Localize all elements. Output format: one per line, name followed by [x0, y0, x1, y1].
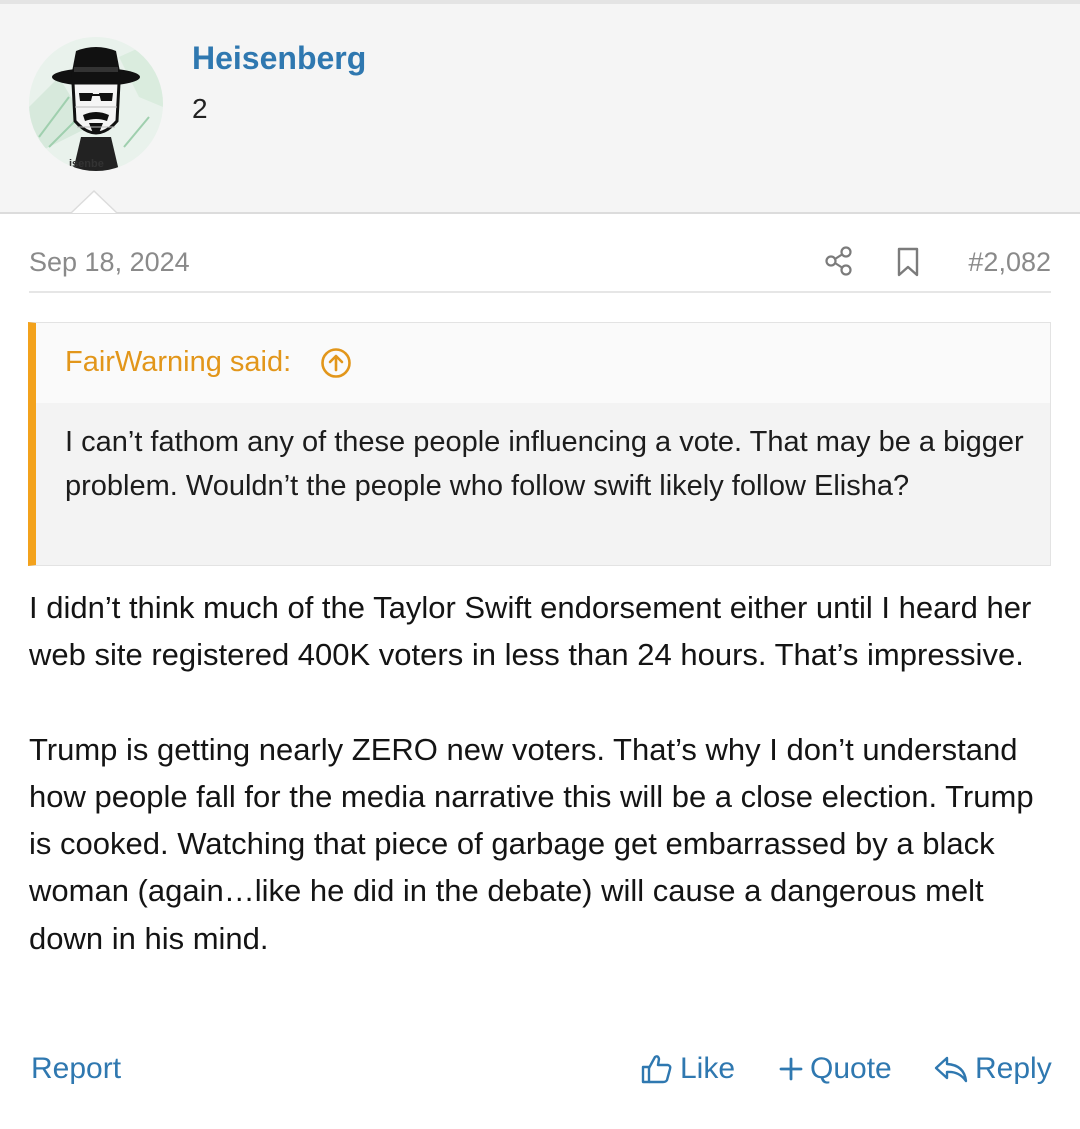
heisenberg-avatar-icon: isenbe [29, 37, 163, 171]
reply-label: Reply [975, 1052, 1052, 1085]
post-number-link[interactable]: #2,082 [968, 247, 1051, 278]
username-link[interactable]: Heisenberg [192, 40, 366, 77]
quote-button[interactable]: Quote [778, 1052, 892, 1086]
post-date[interactable]: Sep 18, 2024 [29, 247, 190, 278]
plus-icon [779, 1057, 803, 1081]
quote-author-link[interactable]: FairWarning said: [65, 346, 291, 379]
post-body: I didn’t think much of the Taylor Swift … [29, 584, 1059, 962]
quote-text: I can’t fathom any of these people influ… [36, 403, 1050, 565]
post-actions: Report Like Quote Reply [0, 1050, 1080, 1100]
quote-block: FairWarning said: I can’t fathom any of … [28, 322, 1051, 566]
post-meta-row: Sep 18, 2024 #2,082 [29, 245, 1051, 293]
thumbs-up-icon [641, 1055, 672, 1084]
like-label: Like [680, 1052, 736, 1085]
svg-text:isenbe: isenbe [69, 158, 104, 170]
quote-label: Quote [810, 1052, 892, 1085]
like-button[interactable]: Like [640, 1052, 735, 1086]
user-panel-pointer [70, 190, 118, 213]
report-button[interactable]: Report [31, 1052, 121, 1086]
user-message-count: 2 [192, 93, 208, 124]
bookmark-icon[interactable] [896, 247, 920, 277]
avatar[interactable]: isenbe [29, 37, 163, 171]
quote-header: FairWarning said: [36, 323, 1050, 403]
arrow-up-circle-icon[interactable] [320, 347, 352, 379]
user-panel: isenbe Heisenberg 2 [0, 4, 1080, 214]
post-paragraph: Trump is getting nearly ZERO new voters.… [29, 731, 1034, 956]
post-paragraph: I didn’t think much of the Taylor Swift … [29, 590, 1032, 673]
reply-button[interactable]: Reply [933, 1052, 1052, 1086]
share-icon[interactable] [824, 245, 854, 277]
reply-arrow-icon [934, 1056, 968, 1083]
